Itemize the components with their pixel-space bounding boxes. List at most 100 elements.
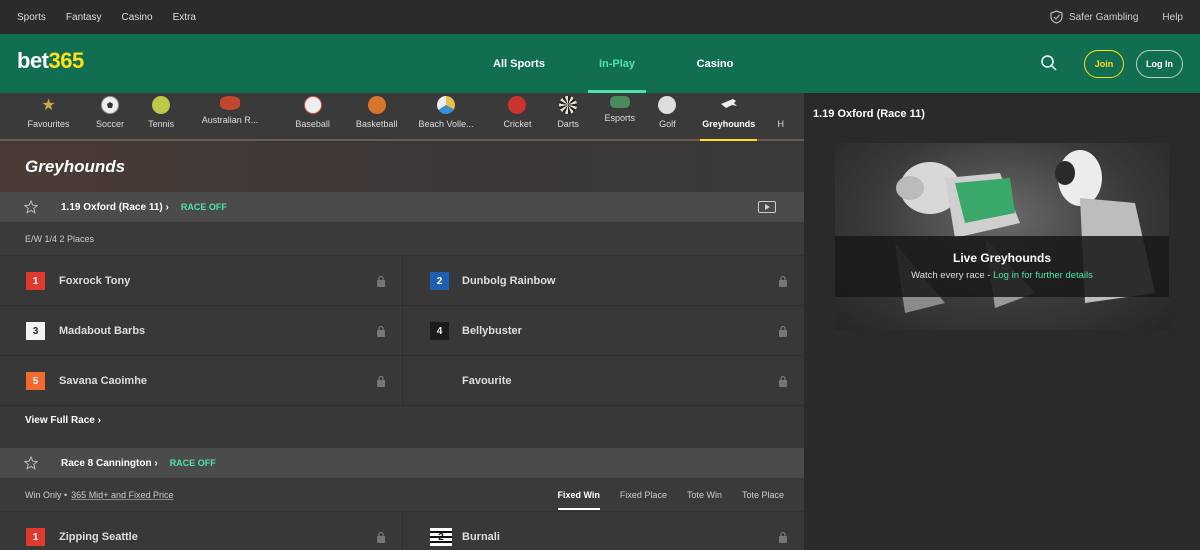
runner-cell[interactable]: 1 Zipping Seattle bbox=[0, 512, 402, 550]
market-tabs: Fixed Win Fixed Place Tote Win Tote Plac… bbox=[557, 478, 805, 512]
sport-label: H bbox=[777, 119, 784, 129]
login-for-details-link[interactable]: Log in for further details bbox=[993, 270, 1093, 281]
nav-all-sports[interactable]: All Sports bbox=[470, 34, 568, 93]
sport-australian-rules[interactable]: Australian R... bbox=[199, 93, 260, 141]
race-header: Race 8 Cannington › RACE OFF bbox=[0, 448, 804, 478]
sport-label: Golf bbox=[659, 119, 676, 129]
runner-cell[interactable]: 1 Foxrock Tony bbox=[0, 256, 402, 306]
safer-gambling-link[interactable]: Safer Gambling bbox=[1050, 10, 1138, 24]
sport-golf[interactable]: Golf bbox=[635, 93, 700, 141]
utility-link-extra[interactable]: Extra bbox=[173, 12, 196, 23]
sport-label: Soccer bbox=[96, 119, 125, 129]
sport-label: Tennis bbox=[148, 119, 175, 129]
main-header: bet365 All Sports In-Play Casino Join Lo… bbox=[0, 34, 1200, 93]
runner-name: Dunbolg Rainbow bbox=[462, 275, 556, 287]
sport-greyhounds[interactable]: Greyhounds bbox=[700, 93, 758, 141]
win-only-label: Win Only • bbox=[25, 489, 68, 500]
login-button[interactable]: Log In bbox=[1136, 50, 1183, 78]
sport-esports[interactable]: Esports bbox=[604, 93, 635, 141]
sport-label: Favourites bbox=[27, 119, 70, 129]
event-list-pane: ★ Favourites Soccer Tennis Australian R.… bbox=[0, 93, 804, 550]
trap-number-badge: 3 bbox=[26, 322, 45, 340]
nav-casino[interactable]: Casino bbox=[666, 34, 764, 93]
utility-link-fantasy[interactable]: Fantasy bbox=[66, 12, 102, 23]
utility-link-casino[interactable]: Casino bbox=[121, 12, 152, 23]
trap-number-badge: 5 bbox=[26, 372, 45, 390]
gamepad-icon bbox=[609, 96, 630, 108]
runner-row: 3 Madabout Barbs 4 Bellybuster bbox=[0, 306, 804, 356]
star-icon: ★ bbox=[41, 97, 56, 114]
sport-favourites[interactable]: ★ Favourites bbox=[0, 93, 97, 141]
sport-label: Darts bbox=[557, 119, 579, 129]
runner-cell[interactable]: 2 Burnali bbox=[402, 512, 804, 550]
runner-cell[interactable]: 4 Bellybuster bbox=[402, 306, 804, 356]
lock-icon bbox=[377, 531, 385, 543]
lock-icon bbox=[779, 275, 787, 287]
runner-row: 5 Savana Caoimhe Favourite bbox=[0, 356, 804, 406]
runner-cell[interactable]: 5 Savana Caoimhe bbox=[0, 356, 402, 406]
join-button[interactable]: Join bbox=[1084, 50, 1124, 78]
live-stream-panel[interactable]: Live Greyhounds Watch every race - Log i… bbox=[835, 143, 1169, 330]
search-icon[interactable] bbox=[1040, 54, 1058, 72]
race-terms: Win Only • 365 Mid+ and Fixed Price Fixe… bbox=[0, 478, 804, 512]
sport-basketball[interactable]: Basketball bbox=[356, 93, 397, 141]
soccer-ball-icon bbox=[101, 96, 120, 114]
bet365-logo[interactable]: bet365 bbox=[17, 48, 84, 74]
tab-tote-win[interactable]: Tote Win bbox=[687, 490, 722, 500]
trap-number-badge: 1 bbox=[26, 528, 45, 546]
logo-text-bet: bet bbox=[17, 48, 49, 73]
sport-label: Esports bbox=[604, 113, 635, 123]
utility-bar: Sports Fantasy Casino Extra Safer Gambli… bbox=[0, 0, 1200, 34]
dartboard-icon bbox=[559, 96, 578, 114]
trap-number-badge: 2 bbox=[430, 528, 452, 546]
sport-label: Beach Volle... bbox=[418, 119, 474, 129]
stream-race-title: 1.19 Oxford (Race 11) bbox=[813, 108, 925, 120]
sport-label: Cricket bbox=[503, 119, 532, 129]
view-full-race-link[interactable]: View Full Race › bbox=[25, 415, 101, 426]
favourite-star-icon[interactable] bbox=[24, 456, 38, 470]
sport-darts[interactable]: Darts bbox=[531, 93, 604, 141]
favourite-star-icon[interactable] bbox=[24, 200, 38, 214]
trap-number-badge: 4 bbox=[430, 322, 449, 340]
runner-name: Foxrock Tony bbox=[59, 275, 131, 287]
runner-cell-favourite[interactable]: Favourite bbox=[402, 356, 804, 406]
trap-number-badge: 2 bbox=[430, 272, 449, 290]
tab-fixed-place[interactable]: Fixed Place bbox=[620, 490, 667, 500]
runner-name: Favourite bbox=[462, 375, 512, 387]
sport-label: Baseball bbox=[295, 119, 330, 129]
runner-cell[interactable]: 2 Dunbolg Rainbow bbox=[402, 256, 804, 306]
runner-name: Bellybuster bbox=[462, 325, 522, 337]
runner-cell[interactable]: 3 Madabout Barbs bbox=[0, 306, 402, 356]
sport-tennis[interactable]: Tennis bbox=[123, 93, 199, 141]
sport-baseball[interactable]: Baseball bbox=[261, 93, 365, 141]
tab-tote-place[interactable]: Tote Place bbox=[742, 490, 784, 500]
race-status-badge: RACE OFF bbox=[180, 202, 227, 212]
lock-icon bbox=[377, 275, 385, 287]
sport-cricket[interactable]: Cricket bbox=[503, 93, 531, 141]
race-name[interactable]: 1.19 Oxford (Race 11) › bbox=[61, 202, 169, 213]
sport-overflow[interactable]: H bbox=[757, 93, 804, 141]
trap-number-badge: 1 bbox=[26, 272, 45, 290]
logo-text-365: 365 bbox=[48, 48, 85, 73]
race-status-badge: RACE OFF bbox=[169, 458, 216, 468]
nav-in-play[interactable]: In-Play bbox=[568, 34, 666, 93]
greyhound-icon bbox=[720, 96, 738, 114]
streaming-pane: 1.19 Oxford (Race 11) Live Greyhounds Wa… bbox=[804, 93, 1200, 550]
runner-name: Madabout Barbs bbox=[59, 325, 146, 337]
runner-row: 1 Foxrock Tony 2 Dunbolg Rainbow bbox=[0, 256, 804, 306]
watch-video-icon[interactable] bbox=[758, 201, 776, 213]
tennis-ball-icon bbox=[152, 96, 171, 114]
australian-rules-icon bbox=[219, 96, 240, 110]
help-link[interactable]: Help bbox=[1162, 12, 1183, 23]
sport-beach-volleyball[interactable]: Beach Volle... bbox=[389, 93, 504, 141]
sport-soccer[interactable]: Soccer bbox=[96, 93, 125, 141]
race-name[interactable]: Race 8 Cannington › bbox=[61, 458, 158, 469]
tab-fixed-win[interactable]: Fixed Win bbox=[557, 490, 601, 510]
lock-icon bbox=[377, 325, 385, 337]
price-info-link[interactable]: 365 Mid+ and Fixed Price bbox=[71, 490, 173, 500]
live-overlay-subtitle: Watch every race - Log in for further de… bbox=[835, 270, 1169, 281]
utility-link-sports[interactable]: Sports bbox=[17, 12, 46, 23]
runner-name: Zipping Seattle bbox=[59, 531, 138, 543]
safer-gambling-label: Safer Gambling bbox=[1068, 11, 1139, 23]
sport-label: Australian R... bbox=[201, 115, 259, 125]
